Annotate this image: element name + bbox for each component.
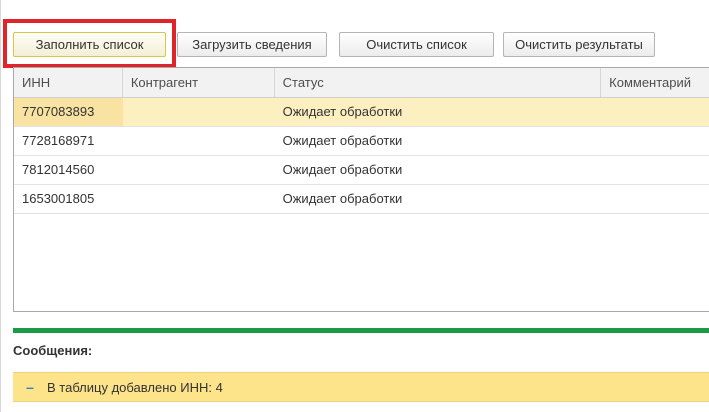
cell-inn[interactable]: 7728168971 [14,127,123,155]
clear-results-button[interactable]: Очистить результаты [503,32,655,57]
messages-title: Сообщения: [13,343,93,358]
cell-status[interactable]: Ожидает обработки [275,185,602,213]
collapse-dash-icon[interactable]: – [13,379,47,395]
table-row[interactable]: 7812014560 Ожидает обработки [14,156,709,185]
table-row[interactable]: 1653001805 Ожидает обработки [14,185,709,214]
clear-list-button[interactable]: Очистить список [339,32,494,57]
table-row[interactable]: 7728168971 Ожидает обработки [14,127,709,156]
table-header: ИНН Контрагент Статус Комментарий [14,68,709,98]
column-header-counterparty[interactable]: Контрагент [123,68,275,97]
table-row[interactable]: 7707083893 Ожидает обработки [14,98,709,127]
cell-comment[interactable] [601,127,709,155]
section-divider [13,328,709,333]
cell-status[interactable]: Ожидает обработки [275,127,602,155]
cell-comment[interactable] [601,185,709,213]
cell-inn[interactable]: 7812014560 [14,156,123,184]
load-info-button[interactable]: Загрузить сведения [177,32,327,57]
cell-counterparty[interactable] [123,156,275,184]
cell-counterparty[interactable] [123,98,275,126]
cell-counterparty[interactable] [123,185,275,213]
toolbar: Заполнить список Загрузить сведения Очис… [3,24,703,68]
window-left-border [0,0,1,412]
column-header-status[interactable]: Статус [275,68,602,97]
cell-comment[interactable] [601,156,709,184]
cell-inn[interactable]: 1653001805 [14,185,123,213]
cell-inn[interactable]: 7707083893 [14,98,123,126]
column-header-inn[interactable]: ИНН [14,68,123,97]
fill-list-button[interactable]: Заполнить список [13,32,166,57]
message-text: В таблицу добавлено ИНН: 4 [47,379,223,395]
cell-comment[interactable] [601,98,709,126]
inn-table: ИНН Контрагент Статус Комментарий 770708… [13,67,709,312]
cell-status[interactable]: Ожидает обработки [275,156,602,184]
cell-status[interactable]: Ожидает обработки [275,98,602,126]
cell-counterparty[interactable] [123,127,275,155]
message-item[interactable]: – В таблицу добавлено ИНН: 4 [13,372,709,402]
column-header-comment[interactable]: Комментарий [601,68,709,97]
